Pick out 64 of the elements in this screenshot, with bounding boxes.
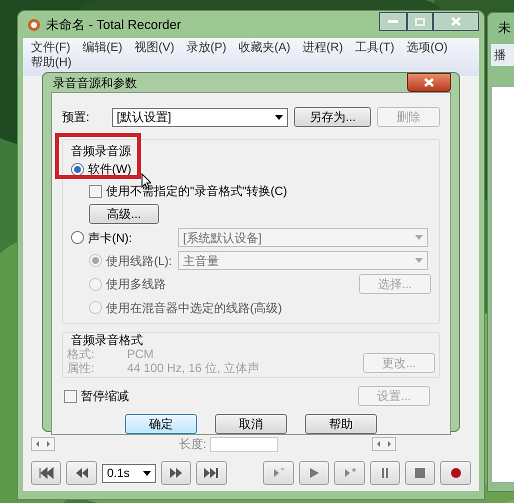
radio-label: 使用在混音器中选定的线路(高级) bbox=[106, 300, 282, 316]
scroll-arrows-icon[interactable] bbox=[372, 437, 396, 451]
window-title: 未命名 - Total Recorder bbox=[46, 16, 182, 34]
radio-button[interactable] bbox=[71, 162, 84, 176]
maximize-button[interactable] bbox=[407, 12, 433, 31]
dialog-title: 录音音源和参数 bbox=[52, 74, 137, 92]
menu-item[interactable]: 收藏夹(A) bbox=[238, 40, 290, 55]
dropdown-arrow-icon bbox=[142, 470, 151, 476]
radio-label: 声卡(N): bbox=[88, 230, 133, 246]
radio-label: 使用多线路 bbox=[106, 276, 166, 293]
save-as-button[interactable]: 另存为... bbox=[294, 107, 372, 127]
checkbox[interactable] bbox=[64, 390, 77, 402]
menu-item[interactable]: 进程(R) bbox=[302, 40, 343, 55]
stop-icon[interactable] bbox=[404, 461, 436, 485]
close-icon bbox=[451, 17, 461, 26]
field-label: 属性: bbox=[67, 361, 96, 375]
checkbox[interactable] bbox=[89, 184, 102, 198]
close-icon bbox=[424, 78, 434, 87]
window-title: 未 bbox=[497, 19, 512, 37]
scroll-arrows-icon[interactable] bbox=[31, 437, 55, 451]
field-value: 44 100 Hz, 16 位, 立体声 bbox=[127, 361, 260, 375]
close-button[interactable] bbox=[407, 73, 451, 92]
field-label: 格式: bbox=[67, 347, 96, 361]
length-field[interactable] bbox=[210, 436, 278, 452]
mark-start-icon[interactable] bbox=[263, 461, 294, 485]
record-icon[interactable] bbox=[440, 461, 471, 485]
radio-label: 使用线路(L): bbox=[106, 252, 173, 270]
group-label: 音频录音源 bbox=[71, 143, 132, 160]
advanced-button[interactable]: 高级... bbox=[89, 204, 159, 224]
dialog-button[interactable]: 取消 bbox=[215, 414, 287, 434]
fast-forward-icon[interactable] bbox=[160, 461, 192, 485]
field-value: PCM bbox=[127, 347, 154, 361]
app-icon bbox=[27, 18, 41, 32]
menu-item[interactable]: 选项(O) bbox=[406, 40, 448, 55]
group-label: 音频录音格式 bbox=[70, 333, 144, 347]
dropdown-arrow-icon bbox=[415, 235, 423, 240]
mark-end-icon[interactable] bbox=[334, 461, 365, 485]
preset-label: 预置: bbox=[62, 109, 90, 126]
menu-item[interactable]: 编辑(E) bbox=[82, 40, 122, 55]
radio-button[interactable] bbox=[71, 231, 84, 244]
pause-icon[interactable] bbox=[370, 461, 400, 485]
menu-item[interactable]: 文件(F) bbox=[31, 40, 70, 55]
preset-dropdown[interactable]: [默认设置] bbox=[112, 108, 288, 126]
radio-label: 软件(W) bbox=[88, 161, 132, 178]
menu-item[interactable]: 视图(V) bbox=[134, 40, 174, 55]
checkbox-label: 暂停缩减 bbox=[81, 388, 129, 405]
play-icon[interactable] bbox=[298, 461, 330, 485]
close-button[interactable] bbox=[433, 12, 479, 31]
menu-item[interactable]: 帮助(H) bbox=[31, 55, 72, 70]
rewind-icon[interactable] bbox=[66, 461, 97, 485]
menu-item[interactable]: 录放(P) bbox=[186, 40, 226, 55]
length-label: 长度: bbox=[179, 436, 206, 453]
dropdown-arrow-icon bbox=[415, 258, 423, 263]
skip-end-icon[interactable] bbox=[196, 461, 227, 485]
device-dropdown[interactable]: [系统默认设备] bbox=[178, 228, 428, 247]
step-dropdown[interactable]: 0.1s bbox=[102, 464, 156, 482]
skip-start-icon[interactable] bbox=[31, 461, 62, 485]
minimize-button[interactable] bbox=[379, 12, 407, 31]
dialog-button[interactable]: 帮助 bbox=[305, 414, 377, 434]
dialog-button[interactable]: 确定 bbox=[125, 414, 197, 434]
minimize-icon bbox=[388, 20, 398, 24]
maximize-icon bbox=[415, 18, 425, 26]
menu-item[interactable]: 工具(T) bbox=[355, 40, 394, 55]
dropdown-arrow-icon bbox=[274, 114, 283, 120]
